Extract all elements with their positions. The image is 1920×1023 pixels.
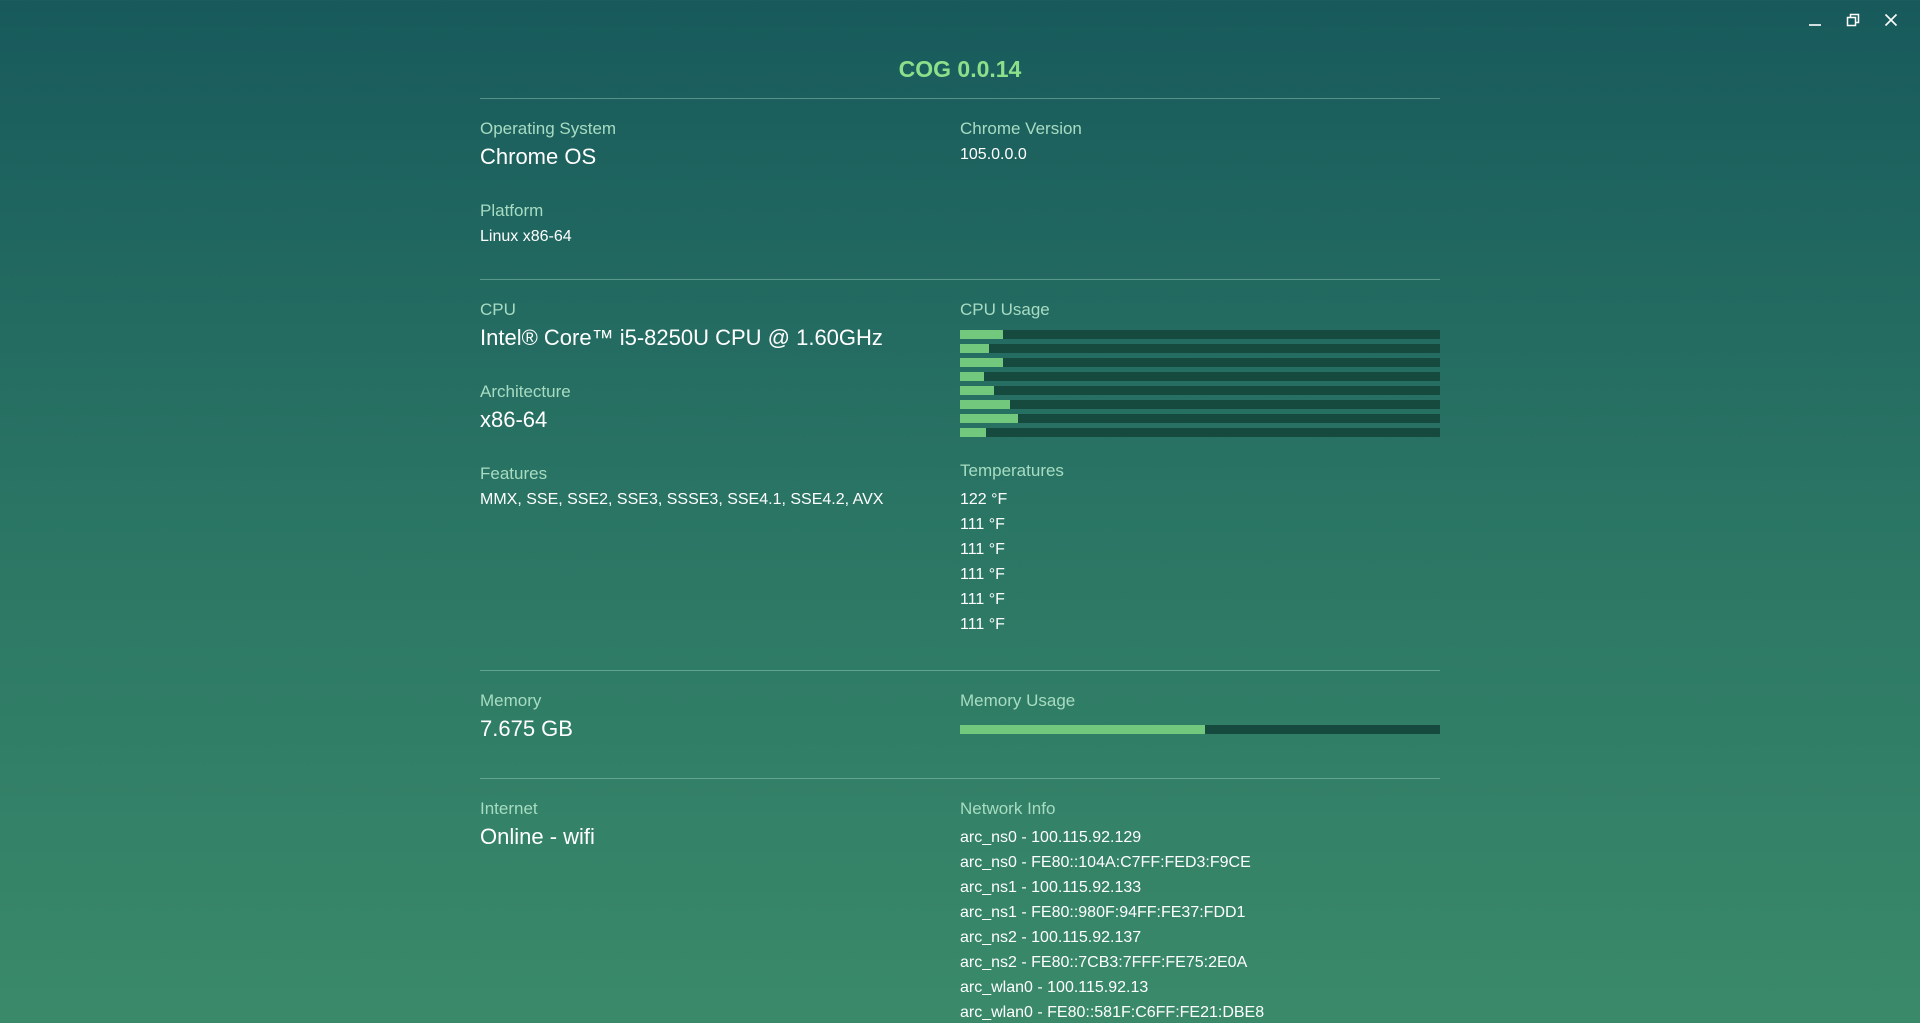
main-content: COG 0.0.14 Operating System Chrome OS Pl… [480,52,1440,1023]
cpu-core-usage-fill [960,428,987,437]
network-interface-entry: arc_ns2 - FE80::7CB3:7FFF:FE75:2E0A [960,954,1248,971]
internet-label: Internet [480,799,538,818]
cpu-usage-bars [960,330,1440,437]
minimize-icon [1809,24,1821,26]
network-interface-entry: arc_ns0 - 100.115.92.129 [960,829,1142,846]
platform-label: Platform [480,201,544,220]
memory-label: Memory [480,691,542,710]
chrome-version-label: Chrome Version [960,119,1082,138]
temperature-reading: 111 °F [960,516,1005,533]
cpu-core-usage-bar [960,344,1440,353]
temperature-reading: 111 °F [960,566,1005,583]
architecture-value: x86-64 [480,407,548,432]
cpu-core-usage-bar [960,400,1440,409]
temperature-reading: 111 °F [960,591,1005,608]
features-value: MMX, SSE, SSE2, SSE3, SSSE3, SSE4.1, SSE… [480,491,884,508]
memory-usage-label: Memory Usage [960,691,1076,710]
temperature-reading: 122 °F [960,491,1008,508]
cpu-core-usage-fill [960,372,984,381]
system-right-column: Chrome Version 105.0.0.0 [960,119,1440,281]
cpu-usage-label: CPU Usage [960,300,1050,319]
window-controls [1800,8,1906,32]
temperatures-label: Temperatures [960,461,1064,480]
system-section: Operating System Chrome OS Platform Linu… [480,99,1440,279]
architecture-label: Architecture [480,382,571,401]
cpu-label: CPU [480,300,516,319]
network-interface-entry: arc_ns1 - FE80::980F:94FF:FE37:FDD1 [960,904,1246,921]
restore-icon [1846,13,1860,27]
app-title: COG 0.0.14 [898,56,1022,82]
cpu-core-usage-bar [960,358,1440,367]
network-interface-entry: arc_wlan0 - FE80::581F:C6FF:FE21:DBE8 [960,1004,1265,1021]
cpu-core-usage-bar [960,372,1440,381]
network-info-label: Network Info [960,799,1056,818]
cpu-core-usage-fill [960,358,1004,367]
minimize-button[interactable] [1800,8,1830,32]
cpu-core-usage-fill [960,330,1004,339]
network-interface-entry: arc_ns2 - 100.115.92.137 [960,929,1142,946]
network-right-column: Network Info arc_ns0 - 100.115.92.129 arc… [960,799,1440,1023]
platform-value: Linux x86-64 [480,228,572,245]
internet-value: Online - wifi [480,824,595,849]
cpu-core-usage-fill [960,386,994,395]
cpu-core-usage-fill [960,344,989,353]
platform-field: Platform Linux x86-64 [480,201,960,247]
network-left-column: Internet Online - wifi [480,799,960,1023]
cpu-value: Intel® Core™ i5-8250U CPU @ 1.60GHz [480,325,883,350]
chrome-version-field: Chrome Version 105.0.0.0 [960,119,1440,165]
system-left-column: Operating System Chrome OS Platform Linu… [480,119,960,281]
cpu-core-usage-bar [960,414,1440,423]
memory-section: Memory 7.675 GB Memory Usage [480,671,1440,778]
architecture-field: Architecture x86-64 [480,382,960,434]
chrome-version-value: 105.0.0.0 [960,146,1027,163]
memory-right-column: Memory Usage [960,691,1440,778]
memory-usage-bar [960,725,1440,734]
memory-usage-bar-wrap [960,725,1440,734]
cpu-core-usage-fill [960,400,1011,409]
cpu-section: CPU Intel® Core™ i5-8250U CPU @ 1.60GHz … [480,280,1440,670]
temperature-reading: 111 °F [960,541,1005,558]
network-info-list: arc_ns0 - 100.115.92.129arc_ns0 - FE80::… [960,825,1440,1023]
memory-usage-fill [960,725,1205,734]
network-interface-entry: arc_wlan0 - 100.115.92.13 [960,979,1149,996]
memory-left-column: Memory 7.675 GB [480,691,960,778]
network-section: Internet Online - wifi Network Info arc_… [480,779,1440,1023]
cpu-core-usage-bar [960,428,1440,437]
close-button[interactable] [1876,8,1906,32]
features-label: Features [480,464,548,483]
memory-value: 7.675 GB [480,716,573,741]
temperatures-list: 122 °F 111 °F 111 °F 111 °F 111 °F 111 °F [960,487,1440,637]
cpu-core-usage-fill [960,414,1018,423]
os-field: Operating System Chrome OS [480,119,960,171]
restore-button[interactable] [1838,8,1868,32]
os-label: Operating System [480,119,617,138]
network-interface-entry: arc_ns1 - 100.115.92.133 [960,879,1142,896]
features-field: Features MMX, SSE, SSE2, SSE3, SSSE3, SS… [480,464,960,510]
temperature-reading: 111 °F [960,616,1005,633]
network-interface-entry: arc_ns0 - FE80::104A:C7FF:FED3:F9CE [960,854,1251,871]
cpu-left-column: CPU Intel® Core™ i5-8250U CPU @ 1.60GHz … [480,300,960,670]
cpu-core-usage-bar [960,330,1440,339]
cpu-right-column: CPU Usage Temperatures 122 °F 111 °F 111 °… [960,300,1440,670]
cpu-field: CPU Intel® Core™ i5-8250U CPU @ 1.60GHz [480,300,960,352]
os-value: Chrome OS [480,144,597,169]
cpu-core-usage-bar [960,386,1440,395]
close-icon [1884,13,1898,27]
